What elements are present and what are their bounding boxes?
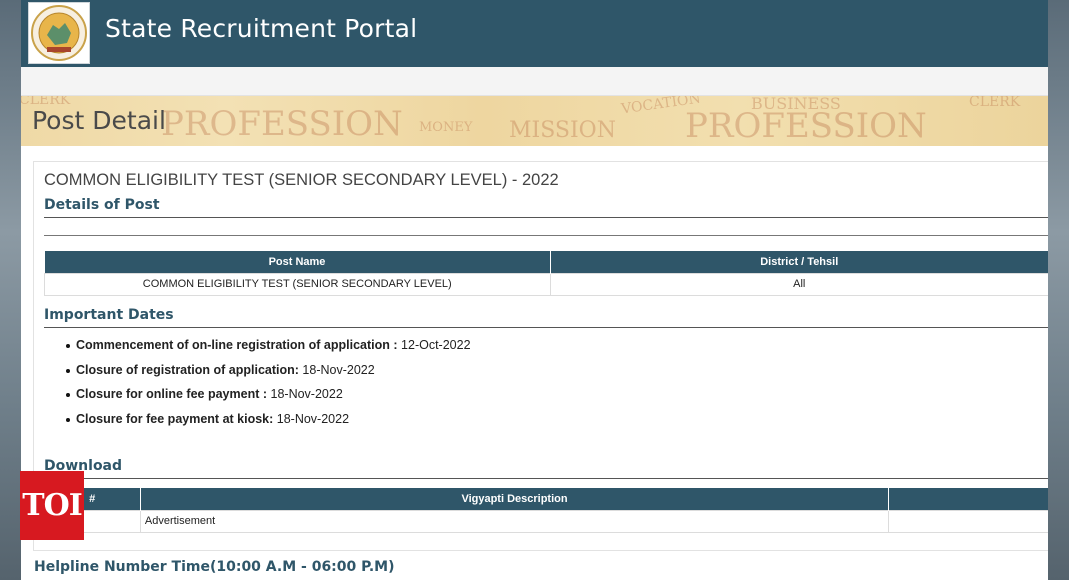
list-item: Closure of registration of application: …	[66, 362, 471, 388]
table-row: COMMON ELIGIBILITY TEST (SENIOR SECONDAR…	[44, 272, 1048, 296]
post-detail-panel: COMMON ELIGIBILITY TEST (SENIOR SECONDAR…	[33, 161, 1048, 551]
important-dates-heading: Important Dates	[44, 307, 174, 323]
details-heading: Details of Post	[44, 197, 160, 213]
page-heading: Post Detail	[32, 106, 166, 135]
banner-watermark: MISSION	[509, 118, 616, 143]
download-table: # Vigyapti Description Advertisement	[44, 488, 1048, 533]
navigation-bar	[21, 67, 1048, 96]
date-value: 18-Nov-2022	[302, 362, 375, 377]
section-divider	[44, 235, 1048, 236]
helpline-heading: Helpline Number Time(10:00 A.M - 06:00 P…	[34, 559, 395, 575]
table-row: Advertisement	[44, 509, 1048, 533]
column-header	[888, 488, 1048, 510]
date-value: 18-Nov-2022	[276, 412, 350, 427]
background-right-edge	[1048, 0, 1069, 580]
bullet-icon	[66, 393, 70, 398]
district-cell: All	[549, 272, 1048, 296]
site-header: State Recruitment Portal	[21, 0, 1048, 67]
important-dates-list: Commencement of on-line registration of …	[66, 338, 471, 437]
date-label: Commencement of on-line registration of …	[76, 338, 398, 352]
state-emblem-icon	[31, 5, 87, 61]
advertisement-link[interactable]: Advertisement	[139, 509, 890, 533]
date-value: 18-Nov-2022	[270, 387, 343, 402]
toi-badge: TOI	[20, 471, 84, 540]
post-details-table: Post Name District / Tehsil COMMON ELIGI…	[44, 251, 1048, 296]
column-header: District / Tehsil	[550, 251, 1048, 273]
column-header: Vigyapti Description	[140, 488, 890, 510]
bullet-icon	[66, 418, 70, 423]
date-label: Closure for online fee payment :	[76, 387, 268, 402]
background-left-edge	[0, 0, 21, 580]
page: State Recruitment Portal CLERK PROFESSIO…	[21, 0, 1048, 580]
date-value: 12-Oct-2022	[401, 338, 471, 352]
date-label: Closure of registration of application:	[76, 362, 299, 377]
portal-title[interactable]: State Recruitment Portal	[105, 14, 417, 43]
section-divider	[44, 478, 1048, 479]
section-divider	[44, 327, 1048, 328]
list-item: Closure for online fee payment : 18-Nov-…	[66, 387, 471, 412]
banner-watermark: CLERK	[969, 96, 1021, 110]
download-cell	[888, 509, 1048, 533]
state-emblem-logo[interactable]	[28, 2, 90, 64]
list-item: Closure for fee payment at kiosk: 18-Nov…	[66, 412, 471, 437]
date-label: Closure for fee payment at kiosk:	[76, 412, 274, 427]
banner-watermark: PROFESSION	[685, 106, 927, 146]
banner-watermark: PROFESSION	[161, 104, 403, 144]
bullet-icon	[66, 368, 70, 373]
list-item: Commencement of on-line registration of …	[66, 338, 471, 363]
bullet-icon	[66, 344, 70, 348]
section-divider	[44, 217, 1048, 218]
page-banner: CLERK PROFESSION MONEY MISSION VOCATION …	[21, 96, 1048, 146]
post-name-cell: COMMON ELIGIBILITY TEST (SENIOR SECONDAR…	[44, 272, 551, 296]
post-title: COMMON ELIGIBILITY TEST (SENIOR SECONDAR…	[44, 171, 559, 189]
column-header: Post Name	[44, 251, 551, 273]
banner-watermark: MONEY	[419, 120, 473, 135]
